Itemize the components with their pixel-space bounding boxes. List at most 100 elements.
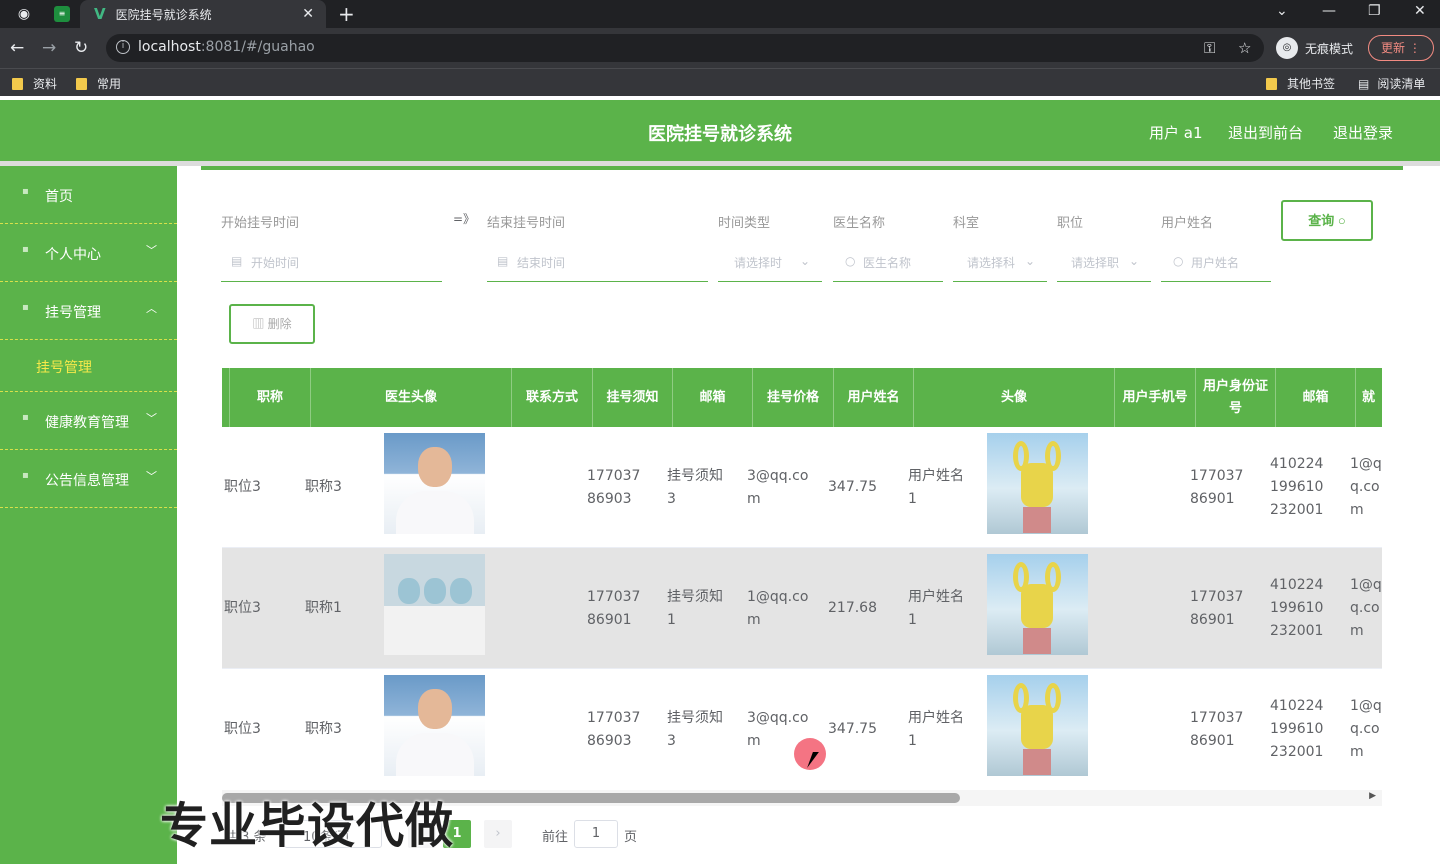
back-to-front-link[interactable]: 退出到前台 [1228, 122, 1303, 143]
th-email[interactable]: 邮箱 [673, 368, 753, 427]
url-text[interactable]: localhost:8081/#/guahao [138, 39, 315, 55]
start-time-input[interactable]: ▤ 开始时间 [221, 244, 442, 282]
page-jump-input[interactable]: 1 [574, 820, 618, 848]
incognito-icon[interactable]: ◎ [1276, 37, 1298, 59]
th-notice[interactable]: 挂号须知 [593, 368, 673, 427]
app-title: 医院挂号就诊系统 [648, 124, 792, 145]
username-label: 用户姓名 [1161, 216, 1214, 231]
new-tab-icon[interactable]: + [338, 2, 355, 26]
menu-icon: ▪ [22, 470, 29, 481]
query-button[interactable]: 查询 ○ [1281, 200, 1373, 241]
menu-icon: ▪ [22, 412, 29, 423]
cell-email: 3@qq.com [747, 467, 809, 507]
back-icon[interactable]: ← [10, 38, 24, 58]
th-user-phone[interactable]: 用户手机号 [1115, 368, 1196, 427]
url-bar[interactable]: i localhost:8081/#/guahao ⚿ ☆ [106, 34, 1264, 62]
cell-user-email: 1@qq.com [1350, 698, 1382, 760]
cell-username: 用户姓名1 [908, 588, 964, 628]
cell-price: 347.75 [828, 479, 877, 495]
folder-icon [76, 77, 87, 90]
browser-globe-icon[interactable]: ◉ [16, 6, 32, 22]
doctor-name-input[interactable]: ○ 医生名称 [833, 244, 943, 282]
close-window-icon[interactable]: ✕ [1414, 3, 1426, 19]
sidebar-subitem-registration[interactable]: 挂号管理 [0, 340, 177, 392]
end-time-input[interactable]: ▤ 结束时间 [487, 244, 708, 282]
sidebar-item-registration[interactable]: ▪ 挂号管理 ︿ [0, 282, 177, 340]
table-row[interactable]: 职位3 职称1 17703786901 挂号须知1 1@qq.com 217.6… [222, 548, 1382, 669]
department-label: 科室 [953, 216, 980, 231]
forward-icon[interactable]: → [42, 38, 56, 58]
restore-icon[interactable]: ❐ [1368, 3, 1381, 19]
range-separator: =》 [453, 212, 476, 226]
reading-list[interactable]: ▤ 阅读清单 [1358, 75, 1425, 92]
cell-user-phone: 17703786901 [1190, 467, 1244, 507]
calendar-icon: ▤ [497, 254, 509, 268]
cell-notice: 挂号须知3 [667, 467, 723, 507]
chevron-down-icon: ⌄ [1025, 254, 1036, 268]
scroll-right-icon[interactable]: ▶ [1369, 791, 1376, 801]
cell-position: 职位3 [224, 600, 261, 616]
update-button[interactable]: 更新 ⋮ [1368, 35, 1434, 61]
sidebar: ▪ 首页 ▪ 个人中心 ﹀ ▪ 挂号管理 ︿ 挂号管理 ▪ 健康教育管理 ﹀ ▪… [0, 166, 177, 864]
bookmark-folder-changyong[interactable]: 常用 [76, 75, 121, 92]
th-contact[interactable]: 联系方式 [512, 368, 593, 427]
tab-title: 医院挂号就诊系统 [115, 7, 212, 22]
th-rank[interactable]: 职称 [230, 368, 311, 427]
th-username[interactable]: 用户姓名 [834, 368, 914, 427]
sidebar-item-announcements[interactable]: ▪ 公告信息管理 ﹀ [0, 450, 177, 508]
tab-list-icon[interactable]: ⌄ [1276, 3, 1288, 19]
bookmark-star-icon[interactable]: ☆ [1238, 39, 1251, 57]
chevron-down-icon: ﹀ [146, 412, 157, 425]
registration-table: 职称 医生头像 联系方式 挂号须知 邮箱 挂号价格 用户姓名 头像 用户手机号 … [222, 368, 1382, 788]
th-avatar[interactable]: 头像 [914, 368, 1115, 427]
key-icon[interactable]: ⚿ [1204, 39, 1215, 57]
minimize-icon[interactable]: — [1322, 3, 1336, 19]
department-select[interactable]: 请选择科 ⌄ [953, 244, 1047, 282]
search-icon: ○ [1173, 254, 1184, 268]
time-type-select[interactable]: 请选择时 ⌄ [718, 244, 822, 282]
table-header: 职称 医生头像 联系方式 挂号须知 邮箱 挂号价格 用户姓名 头像 用户手机号 … [222, 368, 1382, 427]
site-info-icon[interactable]: i [116, 40, 130, 54]
table-row[interactable]: 职位3 职称3 17703786903 挂号须知3 3@qq.com 347.7… [222, 669, 1382, 788]
chevron-down-icon: ⌄ [1129, 254, 1140, 268]
current-user: 用户 a1 [1149, 124, 1203, 142]
delete-button[interactable]: ▥ 删除 [229, 304, 315, 344]
tab-close-icon[interactable]: ✕ [302, 6, 314, 22]
sidebar-item-health-education[interactable]: ▪ 健康教育管理 ﹀ [0, 392, 177, 450]
cell-email: 1@qq.com [747, 588, 809, 628]
user-icon: ▪ [22, 244, 29, 255]
end-time-label: 结束挂号时间 [487, 216, 566, 231]
th-next-col[interactable]: 就 [1356, 368, 1382, 427]
trash-icon: ▥ [252, 317, 265, 331]
browser-tab[interactable]: V 医院挂号就诊系统 ✕ [80, 0, 326, 28]
doctor-photo [384, 675, 485, 776]
sidebar-item-personal-center[interactable]: ▪ 个人中心 ﹀ [0, 224, 177, 282]
extension-icon[interactable]: ≡ [54, 6, 70, 22]
home-icon: ▪ [22, 186, 29, 197]
search-icon: ○ [1337, 213, 1346, 228]
sidebar-item-home[interactable]: ▪ 首页 [0, 166, 177, 224]
th-price[interactable]: 挂号价格 [753, 368, 834, 427]
th-doctor-photo[interactable]: 医生头像 [311, 368, 512, 427]
bookmark-folder-ziliao[interactable]: 资料 [12, 75, 57, 92]
cell-rank: 职称3 [305, 721, 342, 737]
th-id-card[interactable]: 用户身份证号 [1196, 368, 1276, 427]
position-select[interactable]: 请选择职 ⌄ [1057, 244, 1151, 282]
username-input[interactable]: ○ 用户姓名 [1161, 244, 1271, 282]
user-avatar [987, 554, 1088, 655]
cell-user-email: 1@qq.com [1350, 456, 1382, 518]
cell-price: 347.75 [828, 721, 877, 737]
reading-list-icon: ▤ [1358, 76, 1370, 91]
browser-tabbar: ◉ ≡ V 医院挂号就诊系统 ✕ + ⌄ — ❐ ✕ [0, 0, 1440, 28]
bookmark-folder-other[interactable]: 其他书签 [1266, 75, 1335, 92]
time-type-label: 时间类型 [718, 216, 771, 231]
cell-contact: 17703786903 [587, 467, 641, 507]
page-word: 页 [624, 830, 638, 845]
search-icon: ○ [845, 254, 856, 268]
th-user-email[interactable]: 邮箱 [1276, 368, 1356, 427]
table-row[interactable]: 职位3 职称3 17703786903 挂号须知3 3@qq.com 347.7… [222, 427, 1382, 548]
reload-icon[interactable]: ↻ [74, 38, 88, 58]
cell-rank: 职称1 [305, 600, 342, 616]
logout-link[interactable]: 退出登录 [1333, 122, 1393, 143]
next-page-button[interactable]: › [484, 820, 512, 848]
